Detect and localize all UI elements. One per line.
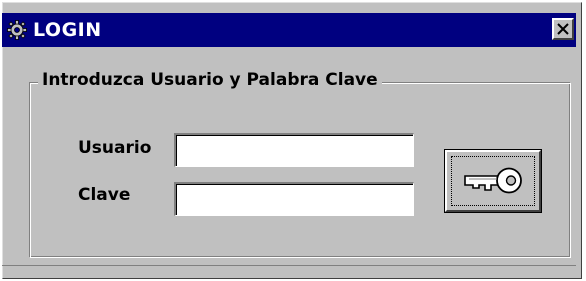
usuario-label: Usuario <box>78 138 152 158</box>
login-key-button[interactable] <box>444 149 542 213</box>
window-title: LOGIN <box>33 19 102 41</box>
group-title: Introduzca Usuario y Palabra Clave <box>38 67 382 93</box>
clave-input[interactable] <box>174 182 414 216</box>
close-icon <box>557 23 569 35</box>
usuario-input[interactable] <box>174 133 414 167</box>
gear-icon[interactable] <box>7 20 27 40</box>
title-bar[interactable]: LOGIN <box>2 13 576 47</box>
key-button-focus <box>451 156 535 206</box>
clave-label: Clave <box>78 185 131 205</box>
bottom-divider <box>2 265 576 266</box>
close-button[interactable] <box>552 18 574 40</box>
key-icon <box>464 167 522 194</box>
